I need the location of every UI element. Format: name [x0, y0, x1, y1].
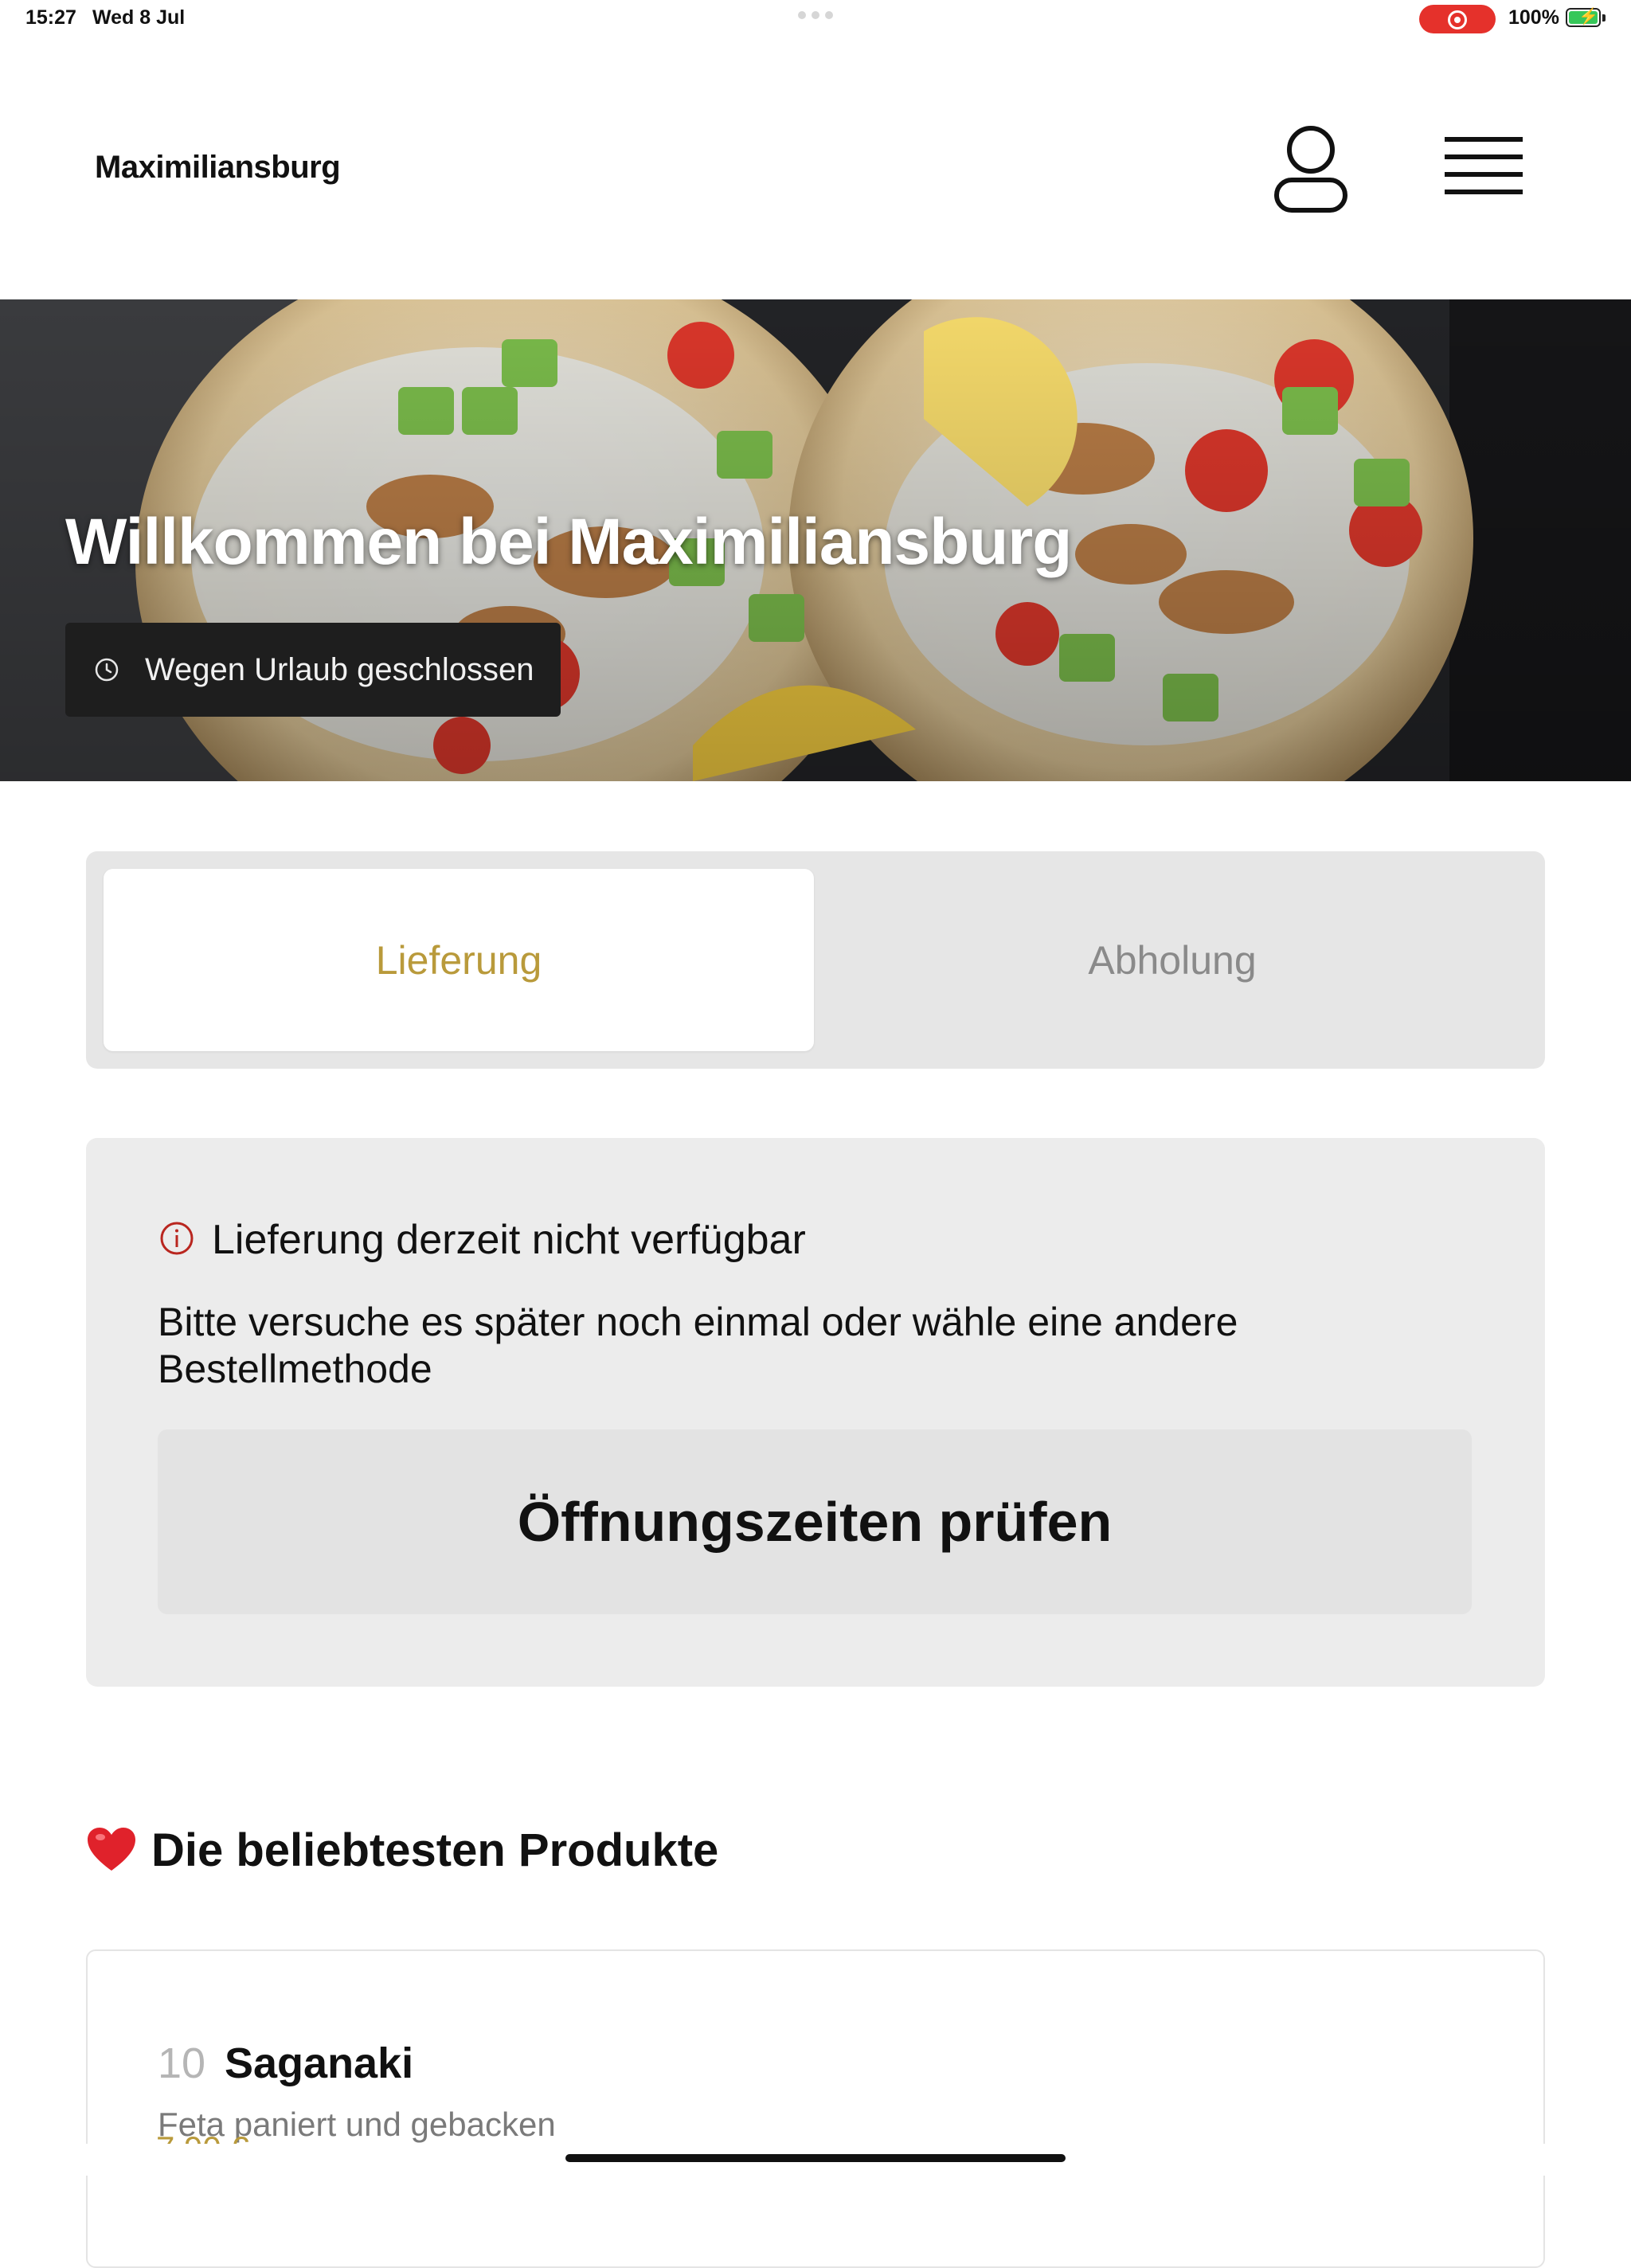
- popular-products-title: Die beliebtesten Produkte: [151, 1824, 719, 1876]
- product-name: Saganaki: [225, 2039, 414, 2087]
- status-date: Wed 8 Jul: [92, 6, 186, 29]
- welcome-title: Willkommen bei Maximiliansburg: [65, 506, 1072, 578]
- tab-delivery[interactable]: Lieferung: [104, 869, 814, 1051]
- delivery-unavailable-notice: Lieferung derzeit nicht verfügbar Bitte …: [86, 1138, 1545, 1687]
- notice-text: Bitte versuche es später noch einmal ode…: [158, 1300, 1238, 1391]
- tab-pickup[interactable]: Abholung: [817, 869, 1527, 1051]
- battery-charging-icon: ⚡: [1566, 8, 1606, 27]
- battery-percentage: 100%: [1508, 6, 1559, 29]
- account-button[interactable]: [1273, 123, 1349, 215]
- screen-recording-icon[interactable]: [1419, 5, 1496, 33]
- status-time: 15:27: [25, 6, 76, 29]
- menu-button[interactable]: [1440, 131, 1529, 207]
- user-icon: [1274, 126, 1347, 213]
- heart-icon: [88, 1828, 135, 1871]
- hero-banner: Willkommen bei Maximiliansburg Wegen Url…: [0, 299, 1631, 781]
- product-number: 10: [158, 2039, 206, 2087]
- store-status-badge: Wegen Urlaub geschlossen: [65, 623, 561, 717]
- notice-title: Lieferung derzeit nicht verfügbar: [212, 1217, 806, 1263]
- multitasking-dots-icon[interactable]: [798, 11, 833, 19]
- status-bar: 15:27 Wed 8 Jul 100% ⚡: [0, 0, 1631, 38]
- home-indicator[interactable]: [565, 2154, 1066, 2162]
- store-status-text: Wegen Urlaub geschlossen: [145, 651, 534, 687]
- popular-products-heading: Die beliebtesten Produkte: [86, 1822, 718, 1878]
- order-method-toggle: Lieferung Abholung: [86, 851, 1545, 1069]
- brand-name[interactable]: Maximiliansburg: [95, 150, 341, 186]
- product-card[interactable]: 10 Saganaki Feta paniert und gebacken: [86, 1949, 1545, 2268]
- clock-icon: [95, 658, 119, 682]
- info-icon: [160, 1222, 194, 1255]
- check-opening-hours-button[interactable]: Öffnungszeiten prüfen: [158, 1429, 1472, 1614]
